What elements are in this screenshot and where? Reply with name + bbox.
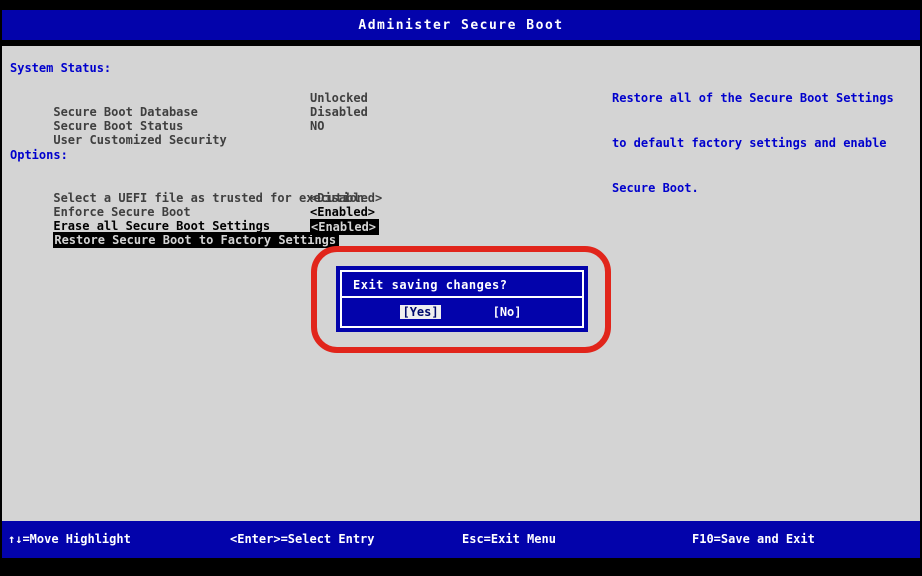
exit-dialog-frame: Exit saving changes? [Yes] [No]	[340, 270, 584, 328]
help-line: to default factory settings and enable	[612, 136, 912, 151]
option-value: <Disabled>	[310, 191, 382, 205]
help-line: Restore all of the Secure Boot Settings	[612, 91, 912, 106]
status-value: Unlocked	[310, 91, 368, 105]
status-label: User Customized Security	[53, 133, 226, 147]
dialog-buttons: [Yes] [No]	[342, 298, 582, 326]
option-value-highlighted: <Enabled>	[310, 219, 379, 235]
no-button[interactable]: [No]	[491, 305, 524, 319]
hint-select-entry: <Enter>=Select Entry	[230, 532, 375, 546]
main-area: System Status: Secure Boot Database Unlo…	[2, 46, 920, 521]
exit-dialog: Exit saving changes? [Yes] [No]	[336, 266, 588, 332]
hint-save-and-exit: F10=Save and Exit	[692, 532, 815, 546]
status-value: Disabled	[310, 105, 368, 119]
option-value: <Enabled>	[310, 205, 375, 219]
hint-exit-menu: Esc=Exit Menu	[462, 532, 556, 546]
option-label-highlighted: Restore Secure Boot to Factory Settings	[53, 232, 339, 248]
help-line: Secure Boot.	[612, 181, 912, 196]
hint-move-highlight: ↑↓=Move Highlight	[8, 532, 131, 546]
bios-screen: Administer Secure Boot System Status: Se…	[0, 0, 922, 576]
status-value: NO	[310, 119, 324, 133]
dialog-title: Exit saving changes?	[342, 272, 582, 296]
help-text: Restore all of the Secure Boot Settings …	[612, 61, 912, 226]
page-title: Administer Secure Boot	[2, 10, 920, 40]
footer-keybar: ↑↓=Move Highlight <Enter>=Select Entry E…	[2, 521, 920, 558]
yes-button[interactable]: [Yes]	[400, 305, 440, 319]
